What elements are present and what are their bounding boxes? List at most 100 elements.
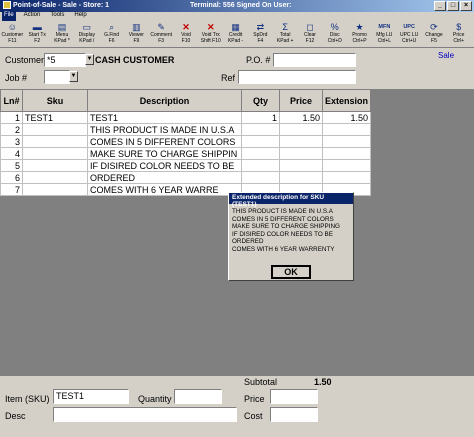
table-cell[interactable] — [279, 135, 323, 148]
table-row[interactable]: 3 COMES IN 5 DIFFERENT COLORS — [0, 135, 371, 148]
table-cell[interactable] — [241, 135, 280, 148]
toolbar-shortcut: F9 — [133, 37, 140, 44]
toolbar-button-price[interactable]: $ Price Ctrl+ — [446, 21, 471, 48]
terminal-status: Terminal: 556 Signed On User: — [190, 2, 292, 9]
toolbar-button-customer[interactable]: ☺ Customer F11 — [0, 21, 25, 48]
toolbar-button-clear[interactable]: ◻ Clear F12 — [298, 21, 323, 48]
table-row[interactable]: 4 MAKE SURE TO CHARGE SHIPPIN — [0, 147, 371, 160]
customer-name: CASH CUSTOMER — [95, 55, 175, 65]
toolbar-button-start-tx[interactable]: ▬ Start Tx F2 — [25, 21, 50, 48]
menu-tools[interactable]: Tools — [48, 12, 66, 21]
quantity-label: Quantity — [138, 394, 172, 404]
toolbar-button-total[interactable]: Σ Total KPad + — [273, 21, 298, 48]
table-cell[interactable]: 1.50 — [279, 111, 323, 124]
column-header-price[interactable]: Price — [279, 89, 323, 112]
quantity-input[interactable] — [174, 389, 222, 404]
table-cell[interactable] — [322, 159, 371, 172]
toolbar-button-g-find[interactable]: ⌕ G.Find F6 — [99, 21, 124, 48]
table-row[interactable]: 5 IF DISIRED COLOR NEEDS TO BE — [0, 159, 371, 172]
price-input[interactable] — [270, 389, 318, 404]
column-header-description[interactable]: Description — [87, 89, 242, 112]
table-cell[interactable] — [322, 135, 371, 148]
toolbar-button-comment[interactable]: ✎ Comment F3 — [149, 21, 174, 48]
dialog-line: COMES WITH 6 YEAR WARRENTY — [232, 245, 335, 253]
table-cell[interactable] — [22, 183, 88, 196]
table-cell[interactable]: ORDERED — [87, 171, 242, 184]
table-cell[interactable] — [241, 123, 280, 136]
dialog-title: Extended description for SKU (TEST1) — [229, 193, 353, 208]
toolbar-button-change[interactable]: ⟳ Change F5 — [422, 21, 447, 48]
table-cell[interactable]: 1 — [241, 111, 280, 124]
toolbar-button-display[interactable]: ▭ Display KPad / — [74, 21, 99, 48]
toolbar-button-promo[interactable]: ★ Promo Ctrl+P — [347, 21, 372, 48]
column-header-qty[interactable]: Qty — [241, 89, 280, 112]
toolbar-button-spdrd[interactable]: ⇄ SpDrd F4 — [248, 21, 273, 48]
table-cell[interactable]: TEST1 — [87, 111, 242, 124]
table-cell[interactable] — [22, 135, 88, 148]
toolbar-shortcut: F4 — [257, 37, 264, 44]
toolbar-button-void-trx[interactable]: ✕ Void Trx Shift F10 — [198, 21, 223, 48]
toolbar-button-upc-lu[interactable]: UPC UPC LU Ctrl+U — [397, 21, 422, 48]
table-cell[interactable] — [22, 123, 88, 136]
customer-input[interactable]: *5 — [44, 53, 86, 67]
table-cell[interactable] — [22, 147, 88, 160]
table-cell[interactable] — [279, 159, 323, 172]
toolbar-button-disc[interactable]: % Disc Ctrl+D — [322, 21, 347, 48]
toolbar-shortcut: F5 — [431, 37, 437, 44]
table-cell[interactable]: COMES IN 5 DIFFERENT COLORS — [87, 135, 242, 148]
table-cell[interactable]: THIS PRODUCT IS MADE IN U.S.A — [87, 123, 242, 136]
table-row[interactable]: 2 THIS PRODUCT IS MADE IN U.S.A — [0, 123, 371, 136]
item-sku-input[interactable]: TEST1 — [53, 389, 129, 404]
table-cell[interactable] — [279, 147, 323, 160]
menu-action[interactable]: Action — [22, 12, 43, 21]
cost-input[interactable] — [270, 407, 318, 422]
po-input[interactable] — [273, 53, 356, 67]
table-cell[interactable] — [322, 147, 371, 160]
maximize-icon[interactable]: □ — [447, 1, 459, 11]
table-row[interactable]: 6 ORDERED — [0, 171, 371, 184]
extended-description-dialog: Extended description for SKU (TEST1) THI… — [228, 192, 354, 281]
table-cell[interactable] — [279, 123, 323, 136]
close-icon[interactable]: × — [460, 1, 472, 11]
table-cell[interactable]: 7 — [0, 183, 23, 196]
table-cell[interactable]: IF DISIRED COLOR NEEDS TO BE — [87, 159, 242, 172]
table-cell[interactable] — [279, 171, 323, 184]
column-header-sku[interactable]: Sku — [22, 89, 88, 112]
menu-help[interactable]: Help — [72, 12, 88, 21]
customer-label: Customer — [5, 55, 45, 65]
toolbar-button-viewer[interactable]: ▥ Viewer F9 — [124, 21, 149, 48]
table-cell[interactable]: 6 — [0, 171, 23, 184]
toolbar-shortcut: Ctrl+L — [377, 37, 392, 44]
minimize-icon[interactable]: _ — [434, 1, 446, 11]
table-cell[interactable]: 2 — [0, 123, 23, 136]
table-cell[interactable]: MAKE SURE TO CHARGE SHIPPIN — [87, 147, 242, 160]
menu-file[interactable]: File — [2, 12, 16, 21]
ok-button[interactable]: OK — [271, 265, 311, 279]
table-cell[interactable] — [241, 171, 280, 184]
toolbar-button-menu[interactable]: ▤ Menu KPad * — [50, 21, 75, 48]
table-cell[interactable] — [322, 123, 371, 136]
toolbar-button-mfg-lu[interactable]: MFN Mfg LU Ctrl+L — [372, 21, 397, 48]
ref-input[interactable] — [238, 70, 356, 84]
job-input[interactable] — [44, 70, 70, 84]
table-row[interactable]: 1 TEST1 TEST1 1 1.50 1.50 — [0, 111, 371, 124]
job-dropdown-icon[interactable]: ▼ — [69, 71, 78, 82]
table-cell[interactable] — [22, 159, 88, 172]
column-header-extension[interactable]: Extension — [322, 89, 371, 112]
table-cell[interactable] — [322, 171, 371, 184]
table-cell[interactable]: 3 — [0, 135, 23, 148]
toolbar-button-credit[interactable]: ▦ Credit KPad - — [223, 21, 248, 48]
column-header-ln-[interactable]: Ln# — [0, 89, 23, 112]
table-cell[interactable] — [241, 159, 280, 172]
table-cell[interactable]: 1.50 — [322, 111, 371, 124]
table-cell[interactable]: 1 — [0, 111, 23, 124]
table-cell[interactable]: TEST1 — [22, 111, 88, 124]
desc-input[interactable] — [53, 407, 237, 422]
table-cell[interactable]: COMES WITH 6 YEAR WARRE — [87, 183, 242, 196]
table-cell[interactable] — [22, 171, 88, 184]
customer-dropdown-icon[interactable]: ▼ — [85, 54, 94, 65]
toolbar-button-void[interactable]: ✕ Void F10 — [174, 21, 199, 48]
table-cell[interactable]: 4 — [0, 147, 23, 160]
table-cell[interactable] — [241, 147, 280, 160]
table-cell[interactable]: 5 — [0, 159, 23, 172]
